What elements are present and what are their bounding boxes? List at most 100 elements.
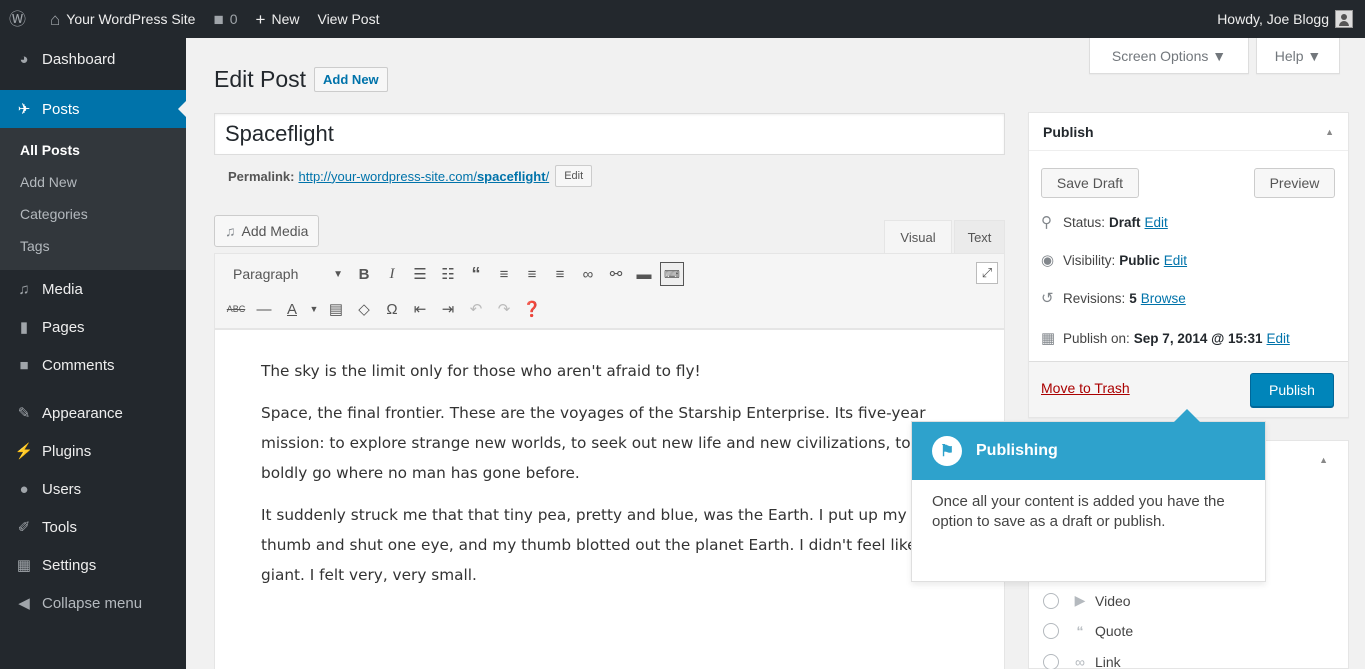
- strikethrough-icon[interactable]: ABC: [223, 296, 249, 322]
- collapse-arrow-icon: ◀: [18, 595, 30, 612]
- preview-button[interactable]: Preview: [1254, 168, 1335, 198]
- fullscreen-icon[interactable]: ⤢: [976, 262, 998, 284]
- new-content-menu[interactable]: + New: [247, 0, 309, 38]
- permalink-link[interactable]: http://your-wordpress-site.com/spaceflig…: [298, 169, 549, 184]
- page-title: Edit Post: [214, 66, 307, 92]
- site-name-label: Your WordPress Site: [66, 11, 196, 27]
- editor-content-area[interactable]: The sky is the limit only for those who …: [214, 329, 1005, 669]
- status-edit-link[interactable]: Edit: [1145, 215, 1168, 230]
- account-menu[interactable]: Howdy, Joe Blogg: [1208, 0, 1365, 38]
- sidebar-item-label: Posts: [42, 100, 80, 118]
- sidebar-item-posts[interactable]: ✈ Posts: [0, 90, 186, 128]
- bulleted-list-icon[interactable]: ☰: [407, 261, 433, 287]
- visibility-row: ◉ Visibility: Public Edit: [1041, 251, 1187, 269]
- radio-button[interactable]: [1043, 623, 1059, 639]
- post-title-input[interactable]: Spaceflight: [214, 113, 1005, 155]
- sidebar-item-appearance[interactable]: ✎ Appearance: [0, 394, 186, 432]
- submenu-add-new[interactable]: Add New: [0, 166, 186, 198]
- publishing-pointer-tooltip: ⚑ Publishing Once all your content is ad…: [911, 409, 1266, 582]
- keyboard-icon: ⌨: [660, 262, 684, 286]
- comments-menu[interactable]: ■ 0: [204, 0, 246, 38]
- sidebar-item-users[interactable]: ● Users: [0, 470, 186, 508]
- sidebar-item-plugins[interactable]: ⚡ Plugins: [0, 432, 186, 470]
- permalink-slug: spaceflight: [476, 168, 546, 184]
- submenu-tags[interactable]: Tags: [0, 230, 186, 262]
- add-media-button[interactable]: ♫ Add Media: [214, 215, 320, 247]
- chevron-down-icon[interactable]: ▼: [307, 296, 321, 322]
- tab-visual[interactable]: Visual: [884, 220, 952, 253]
- publish-on-value: Sep 7, 2014 @ 15:31: [1133, 330, 1263, 346]
- link-icon[interactable]: ∞: [575, 261, 601, 287]
- undo-icon[interactable]: ↶: [463, 296, 489, 322]
- visibility-edit-link[interactable]: Edit: [1164, 253, 1187, 268]
- pointer-arrow: [1174, 409, 1200, 422]
- toolbar-row-1: Paragraph ▼ B I ☰ ☷ “ ≡ ≡ ≡ ∞ ⚯ ▬ ⌨: [223, 259, 687, 289]
- help-icon[interactable]: ❓: [519, 296, 545, 322]
- home-icon: ⌂: [50, 9, 61, 29]
- format-option-link[interactable]: ∞ Link: [1043, 654, 1121, 669]
- read-more-icon[interactable]: ▬: [631, 261, 657, 287]
- sidebar-item-pages[interactable]: ▮ Pages: [0, 308, 186, 346]
- radio-button[interactable]: [1043, 654, 1059, 669]
- quote-icon: “: [1076, 623, 1084, 639]
- paragraph-format-select[interactable]: Paragraph ▼: [223, 261, 351, 287]
- sidebar-item-media[interactable]: ♫ Media: [0, 270, 186, 308]
- format-option-video[interactable]: ▶ Video: [1043, 592, 1131, 609]
- outdent-icon[interactable]: ⇤: [407, 296, 433, 322]
- content-paragraph: It suddenly struck me that that tiny pea…: [261, 506, 931, 584]
- publish-box-header[interactable]: Publish ▲: [1029, 113, 1348, 151]
- bold-icon[interactable]: B: [351, 261, 377, 287]
- content-paragraph: The sky is the limit only for those who …: [261, 362, 701, 380]
- pointer-body: Once all your content is added you have …: [932, 493, 1225, 530]
- horizontal-line-icon[interactable]: —: [251, 296, 277, 322]
- align-right-icon[interactable]: ≡: [547, 261, 573, 287]
- add-new-button[interactable]: Add New: [314, 67, 388, 92]
- visibility-label: Visibility:: [1063, 252, 1116, 268]
- plus-icon: +: [255, 9, 266, 29]
- submenu-categories[interactable]: Categories: [0, 198, 186, 230]
- numbered-list-icon[interactable]: ☷: [435, 261, 461, 287]
- indent-icon[interactable]: ⇥: [435, 296, 461, 322]
- publish-date-edit-link[interactable]: Edit: [1267, 331, 1290, 346]
- sidebar-item-comments[interactable]: ■ Comments: [0, 346, 186, 384]
- toolbar-toggle-button[interactable]: ⌨: [659, 261, 685, 287]
- permalink-label: Permalink:: [228, 168, 295, 184]
- avatar: [1335, 10, 1353, 28]
- paste-as-text-icon[interactable]: ▤: [323, 296, 349, 322]
- save-draft-button[interactable]: Save Draft: [1041, 168, 1139, 198]
- screen-options-tab[interactable]: Screen Options ▼: [1089, 38, 1249, 74]
- clear-formatting-icon[interactable]: ◇: [351, 296, 377, 322]
- collapse-up-icon[interactable]: ▲: [1319, 455, 1328, 465]
- special-character-icon[interactable]: Ω: [379, 296, 405, 322]
- media-icon: ♫: [225, 223, 236, 239]
- tab-text[interactable]: Text: [954, 220, 1005, 253]
- align-center-icon[interactable]: ≡: [519, 261, 545, 287]
- publish-button[interactable]: Publish: [1250, 373, 1334, 407]
- sidebar-item-dashboard[interactable]: ◕ Dashboard: [0, 40, 186, 78]
- align-left-icon[interactable]: ≡: [491, 261, 517, 287]
- pages-icon: ▮: [19, 319, 29, 336]
- blockquote-icon[interactable]: “: [463, 261, 489, 287]
- italic-icon[interactable]: I: [379, 261, 405, 287]
- text-color-icon[interactable]: A: [279, 296, 305, 322]
- menu-separator: [0, 384, 186, 394]
- format-option-quote[interactable]: “ Quote: [1043, 623, 1133, 639]
- collapse-up-icon[interactable]: ▲: [1325, 127, 1334, 137]
- site-name-menu[interactable]: ⌂ Your WordPress Site: [41, 0, 204, 38]
- wordpress-logo-menu[interactable]: Ⓦ: [0, 0, 41, 38]
- redo-icon[interactable]: ↷: [491, 296, 517, 322]
- submenu-all-posts[interactable]: All Posts: [0, 134, 186, 166]
- move-to-trash-link[interactable]: Move to Trash: [1041, 380, 1130, 396]
- collapse-menu-button[interactable]: ◀ Collapse menu: [0, 584, 186, 622]
- calendar-icon: ▦: [1041, 330, 1056, 347]
- view-post-link[interactable]: View Post: [308, 0, 388, 38]
- radio-button[interactable]: [1043, 592, 1059, 609]
- visibility-value: Public: [1119, 252, 1160, 268]
- help-tab[interactable]: Help ▼: [1256, 38, 1340, 74]
- sidebar-item-settings[interactable]: ▦ Settings: [0, 546, 186, 584]
- sidebar-item-tools[interactable]: ✐ Tools: [0, 508, 186, 546]
- unlink-icon[interactable]: ⚯: [603, 261, 629, 287]
- sidebar-item-label: Settings: [42, 556, 97, 574]
- revisions-browse-link[interactable]: Browse: [1141, 291, 1186, 306]
- permalink-edit-button[interactable]: Edit: [555, 165, 593, 187]
